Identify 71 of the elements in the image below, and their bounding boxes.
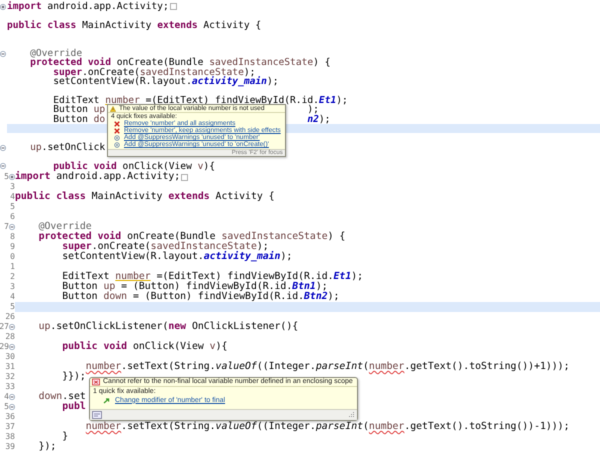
line-number: 2 (10, 273, 15, 282)
collapse-icon[interactable] (0, 163, 6, 170)
line-number: 5 (10, 303, 15, 312)
code-line: setContentView(R.layout.activity_main); (62, 252, 292, 262)
code-line: @Override (38, 222, 92, 232)
code-line: down.set (38, 392, 86, 402)
line-number: 39 (5, 443, 15, 452)
collapse-icon[interactable] (0, 50, 6, 57)
code-line: import android.app.Activity; (15, 172, 180, 182)
line-number: 0 (10, 253, 15, 262)
panel-icon[interactable] (92, 411, 102, 420)
code-line: protected void onCreate(Bundle savedInstanceState) { (30, 58, 330, 68)
line-number: 32 (5, 373, 15, 382)
line-number: 31 (5, 363, 15, 372)
code-line: publ (62, 402, 86, 412)
code-line: public class MainActivity extends Activity { (15, 192, 275, 202)
code-line: EditText number =(EditText) findViewById(R.id.Et1); (62, 272, 364, 282)
expand-icon[interactable] (9, 174, 15, 180)
line-number: 33 (5, 383, 15, 392)
line-number: 29 (0, 343, 9, 352)
expand-icon[interactable] (0, 4, 6, 10)
line-number: 6 (10, 213, 15, 222)
collapse-icon[interactable] (0, 144, 6, 151)
line-number: 4 (10, 193, 15, 202)
code-line: protected void onCreate(Bundle savedInstanceState) { (38, 232, 346, 242)
line-number: 9 (10, 243, 15, 252)
code-fragment: n2); (307, 114, 330, 124)
line-number: 27 (0, 323, 9, 332)
code-line: setContentView(R.layout.activity_main); (53, 77, 278, 87)
line-number: 38 (5, 433, 15, 442)
code-line: }}); (62, 372, 86, 382)
code-line: up.setOnClick (30, 142, 106, 152)
line-number: 3 (10, 183, 15, 192)
code-line: import android.app.Activity; (7, 2, 169, 12)
line-number: 30 (5, 353, 15, 362)
line-number: 5 (4, 173, 9, 182)
line-number: 3 (10, 283, 15, 292)
code-line: public void onClick(View v){ (62, 342, 228, 352)
code-line: super.onCreate(savedInstanceState); (62, 242, 269, 252)
line-number: 5 (10, 203, 15, 212)
code-line: up.setOnClickListener(new OnClickListener(){ (38, 322, 298, 332)
code-line: super.onCreate(savedInstanceState); (53, 68, 256, 78)
line-number: 4 (10, 293, 15, 302)
line-number: 1 (10, 263, 15, 272)
code-line: Button up (53, 105, 106, 115)
code-line: Button up = (Button) findViewById(R.id.Btn1); (62, 282, 328, 292)
line-number: 7 (4, 223, 9, 232)
line-number: 36 (5, 413, 15, 422)
code-line: Button do (53, 114, 106, 124)
code-line: EditText number =(EditText) findViewById(R.id.Et1); (53, 96, 348, 106)
collapse-icon[interactable] (9, 404, 15, 410)
code-line: public class MainActivity extends Activity { (7, 20, 262, 30)
line-number: 37 (5, 423, 15, 432)
collapse-icon[interactable] (9, 324, 15, 330)
code-line: number.setText(String.valueOf((Integer.parseInt(number.getText().toString())-1))); (86, 422, 570, 432)
line-number: 8 (10, 233, 15, 242)
collapse-icon[interactable] (9, 394, 15, 400)
line-number: 5 (4, 403, 9, 412)
code-line: } (62, 432, 68, 442)
line-number: 4 (4, 393, 9, 402)
code-line: number.setText(String.valueOf((Integer.parseInt(number.getText().toString())+1))); (86, 362, 570, 372)
line-number: 28 (5, 333, 15, 342)
code-line: @Override (30, 48, 82, 58)
code-line: Button down = (Button) findViewById(R.id.Btn2); (62, 292, 340, 302)
line-number: 26 (5, 313, 15, 322)
collapse-icon[interactable] (9, 344, 15, 350)
code-line: public void onClick(View v){ (53, 162, 215, 172)
arrow-icon (103, 397, 111, 406)
collapse-icon[interactable] (9, 224, 15, 230)
code-line: }); (38, 442, 56, 452)
code-fragment: ); (307, 105, 319, 115)
